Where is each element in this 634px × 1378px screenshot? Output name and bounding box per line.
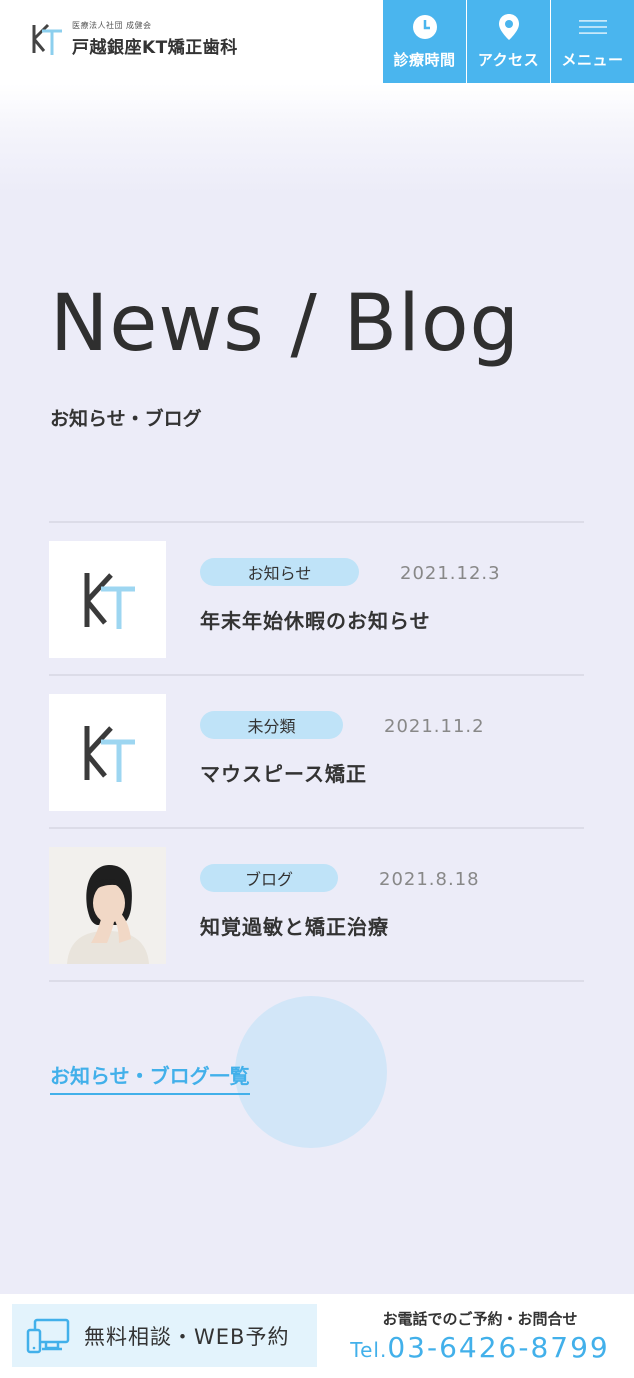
kt-logo-icon	[84, 726, 135, 782]
decorative-circle	[235, 996, 387, 1148]
category-badge[interactable]: 未分類	[200, 711, 343, 739]
clock-icon	[411, 13, 439, 41]
hours-button-label: 診療時間	[393, 51, 456, 69]
phone-prefix: Tel.	[350, 1338, 388, 1362]
phone-number-link[interactable]: Tel.03-6426-8799	[340, 1331, 620, 1364]
post-thumbnail	[49, 847, 166, 964]
hours-button[interactable]: 診療時間	[382, 0, 466, 83]
kt-logo-icon	[32, 23, 62, 55]
phone-contact: お電話でのご予約・お問合せ Tel.03-6426-8799	[340, 1308, 620, 1364]
post-item[interactable]: お知らせ 2021.12.3 年末年始休暇のお知らせ	[49, 523, 584, 676]
phone-number: 03-6426-8799	[387, 1331, 610, 1364]
logo-corporation: 医療法人社団 成健会	[72, 21, 152, 30]
devices-icon	[26, 1318, 70, 1353]
logo-clinic-name: 戸越銀座KT矯正歯科	[72, 38, 238, 58]
news-blog-section: News / Blog お知らせ・ブログ お知らせ 2021.12.3 年末年始…	[0, 84, 634, 1294]
post-thumbnail	[49, 694, 166, 811]
woman-photo-image	[49, 847, 166, 964]
post-date: 2021.12.3	[400, 563, 501, 584]
category-badge[interactable]: ブログ	[200, 864, 338, 892]
post-list: お知らせ 2021.12.3 年末年始休暇のお知らせ 未分類 2021.11.2…	[49, 521, 584, 982]
post-item[interactable]: ブログ 2021.8.18 知覚過敏と矯正治療	[49, 829, 584, 982]
post-title[interactable]: 年末年始休暇のお知らせ	[200, 605, 431, 634]
post-title[interactable]: マウスピース矯正	[200, 758, 367, 787]
menu-button-label: メニュー	[561, 51, 624, 69]
menu-button[interactable]: メニュー	[550, 0, 634, 83]
phone-caption: お電話でのご予約・お問合せ	[382, 1310, 578, 1328]
post-title[interactable]: 知覚過敏と矯正治療	[200, 911, 389, 940]
section-subtitle: お知らせ・ブログ	[50, 408, 202, 430]
access-button-label: アクセス	[477, 51, 540, 69]
access-button[interactable]: アクセス	[466, 0, 550, 83]
post-item[interactable]: 未分類 2021.11.2 マウスピース矯正	[49, 676, 584, 829]
footer-bar: 無料相談・WEB予約 お電話でのご予約・お問合せ Tel.03-6426-879…	[0, 1294, 634, 1378]
kt-logo-icon	[84, 573, 135, 629]
web-reservation-button[interactable]: 無料相談・WEB予約	[12, 1304, 317, 1367]
all-posts-link[interactable]: お知らせ・ブログ一覧	[50, 1060, 250, 1095]
web-reservation-label: 無料相談・WEB予約	[84, 1324, 290, 1349]
category-badge[interactable]: お知らせ	[200, 558, 359, 586]
site-logo[interactable]: 医療法人社団 成健会 戸越銀座KT矯正歯科	[30, 20, 238, 58]
post-date: 2021.8.18	[379, 869, 480, 890]
section-title: News / Blog	[50, 279, 521, 369]
site-header: 医療法人社団 成健会 戸越銀座KT矯正歯科 診療時間 アクセス メニュー	[0, 0, 634, 84]
menu-icon	[578, 13, 607, 41]
post-thumbnail	[49, 541, 166, 658]
post-date: 2021.11.2	[384, 716, 485, 737]
map-pin-icon	[495, 13, 523, 41]
